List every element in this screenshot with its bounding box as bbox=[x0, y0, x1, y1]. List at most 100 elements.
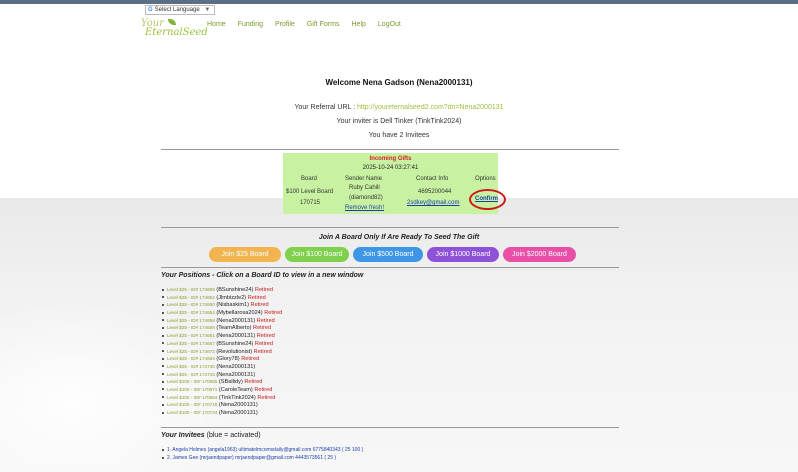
main-nav: Home Funding Profile Gift Forms Help Log… bbox=[207, 21, 401, 28]
bullet-icon bbox=[162, 396, 164, 399]
join-25-button[interactable]: Join $25 Board bbox=[209, 247, 281, 262]
bullet-icon bbox=[162, 373, 164, 376]
board-id-link[interactable]: Level $25 - ID# 174654 bbox=[167, 310, 215, 315]
invitees-note: (blue = activated) bbox=[206, 432, 261, 439]
bullet-icon bbox=[162, 388, 164, 391]
board-id-link[interactable]: Level $100 - ID# 170665 bbox=[167, 379, 217, 384]
remove-link[interactable]: Remove fresh! bbox=[345, 205, 384, 211]
bullet-icon bbox=[162, 403, 164, 406]
board-id-link[interactable]: Level $25 - ID# 174650 bbox=[167, 302, 215, 307]
board-id-link[interactable]: Level $100 - ID# 170671 bbox=[167, 387, 217, 392]
board-id-link[interactable]: Level $25 - ID# 174683 bbox=[167, 356, 215, 361]
position-user: (TinkTink2024) bbox=[218, 394, 256, 401]
top-bar bbox=[0, 0, 798, 4]
invitees-count: You have 2 Invitees bbox=[368, 132, 430, 139]
board-id-link[interactable]: Level $25 - ID# 174740 bbox=[167, 364, 215, 369]
list-item[interactable]: Level $100 - ID# 170684 (TinkTink2024) R… bbox=[162, 394, 282, 402]
list-item[interactable]: Level $25 - ID# 174661 (Nena2000131) Ret… bbox=[162, 332, 282, 340]
board-id-link[interactable]: Level $25 - ID# 174652 bbox=[167, 295, 215, 300]
position-status: Retired bbox=[264, 310, 283, 317]
board-id-link[interactable]: Level $25 - ID# 174673 bbox=[167, 349, 215, 354]
referral-label: Your Referral URL : bbox=[294, 104, 356, 111]
board-id-link[interactable]: Level $100 - ID# 170684 bbox=[167, 395, 217, 400]
bullet-icon bbox=[162, 448, 164, 451]
sender-name: Ruby Cahill bbox=[349, 185, 380, 191]
sender-email[interactable]: 2sdkey@gmail.com bbox=[407, 200, 459, 206]
list-item[interactable]: 1. Angela Holmes (angela1963) ultimatelm… bbox=[162, 446, 363, 454]
position-user: (Glory78) bbox=[216, 356, 240, 363]
bullet-icon bbox=[162, 357, 164, 360]
nav-funding[interactable]: Funding bbox=[238, 21, 263, 28]
list-item[interactable]: Level $100 - ID# 170734 (Nena2000131) bbox=[162, 409, 282, 417]
logo[interactable]: Your EternalSeed bbox=[141, 18, 208, 40]
bullet-icon bbox=[162, 456, 164, 459]
board-id-link[interactable]: Level $25 - ID# 174658 bbox=[167, 325, 215, 330]
referral-link[interactable]: http://youreternalseed2.com?dn=Nena20001… bbox=[357, 104, 504, 111]
list-item[interactable]: Level $25 - ID# 174673 (Revolutionist) R… bbox=[162, 348, 282, 356]
bullet-icon bbox=[162, 311, 164, 314]
position-user: (CaroleTeam) bbox=[218, 386, 253, 393]
board-id-link[interactable]: Level $25 - ID# 174696 bbox=[167, 287, 215, 292]
language-selector[interactable]: G Select Language ▼ bbox=[145, 5, 215, 15]
nav-profile[interactable]: Profile bbox=[275, 21, 295, 28]
nav-logout[interactable]: LogOut bbox=[378, 21, 401, 28]
welcome-heading: Welcome Nena Gadson (Nena2000131) bbox=[325, 78, 473, 87]
position-user: (Nisbaskim1) bbox=[216, 302, 249, 309]
join-1000-button[interactable]: Join $1000 Board bbox=[427, 247, 499, 262]
list-item[interactable]: Level $100 - ID# 170665 (SBallidy) Retir… bbox=[162, 378, 282, 386]
language-label: Select Language bbox=[154, 7, 200, 13]
list-item[interactable]: Level $25 - ID# 174658 (TeamAlberto) Ret… bbox=[162, 324, 282, 332]
bullet-icon bbox=[162, 411, 164, 414]
board-id-link[interactable]: Level $100 - ID# 170734 bbox=[167, 410, 217, 415]
join-2000-button[interactable]: Join $2000 Board bbox=[503, 247, 576, 262]
position-user: (BSunshine24) bbox=[216, 340, 254, 347]
board-id-link[interactable]: Level $25 - ID# 174667 bbox=[167, 341, 215, 346]
bullet-icon bbox=[162, 334, 164, 337]
list-item[interactable]: Level $25 - ID# 174667 (BSunshine24) Ret… bbox=[162, 340, 282, 348]
position-user: (Nena2000131) bbox=[216, 333, 256, 340]
nav-help[interactable]: Help bbox=[352, 21, 366, 28]
position-user: (BSunshine24) bbox=[216, 287, 254, 293]
board-id-link[interactable]: Level $25 - ID# 174658 bbox=[167, 318, 215, 323]
board-id: 170715 bbox=[300, 200, 321, 206]
list-item[interactable]: Level $25 - ID# 174652 (Jlmbizzle2) Reti… bbox=[162, 294, 282, 302]
positions-title: Your Positions - Click on a Board ID to … bbox=[161, 272, 364, 279]
list-item[interactable]: Level $25 - ID# 174740 (Nena2000131) bbox=[162, 363, 282, 371]
list-item[interactable]: Level $25 - ID# 174683 (Glory78) Retired bbox=[162, 355, 282, 363]
list-item[interactable]: 2. James Gee (mrjaendpaper) mrjaendpaper… bbox=[162, 454, 363, 462]
position-status: Retired bbox=[247, 294, 266, 301]
invitees-list: 1. Angela Holmes (angela1963) ultimatelm… bbox=[162, 446, 363, 462]
list-item[interactable]: Level $25 - ID# 174658 (Nena2000131) Ret… bbox=[162, 317, 282, 325]
position-user: (TeamAlberto) bbox=[216, 325, 252, 332]
join-500-button[interactable]: Join $500 Board bbox=[353, 247, 423, 262]
leaf-icon bbox=[168, 19, 176, 25]
nav-home[interactable]: Home bbox=[207, 21, 226, 28]
sender-username: (diamond82) bbox=[349, 195, 383, 201]
position-status: Retired bbox=[244, 379, 263, 386]
list-item[interactable]: Level $25 - ID# 174743 (Nena2000131) bbox=[162, 371, 282, 379]
col-board: Board bbox=[301, 176, 318, 182]
board-id-link[interactable]: Level $25 - ID# 174743 bbox=[167, 372, 215, 377]
board-name: $100 Level Board bbox=[286, 189, 334, 195]
divider bbox=[161, 267, 619, 268]
bullet-icon bbox=[162, 326, 164, 329]
join-100-button[interactable]: Join $100 Board bbox=[285, 247, 349, 262]
invitee-text: 1. Angela Holmes (angela1963) ultimatelm… bbox=[167, 447, 364, 453]
divider bbox=[161, 227, 619, 228]
position-status: Retired bbox=[254, 287, 273, 293]
list-item[interactable]: Level $25 - ID# 174696 (BSunshine24) Ret… bbox=[162, 286, 282, 294]
position-status: Retired bbox=[241, 356, 260, 363]
position-user: (Jlmbizzle2) bbox=[216, 294, 247, 301]
position-status: Retired bbox=[253, 325, 272, 332]
bullet-icon bbox=[162, 365, 164, 368]
confirm-button[interactable]: Confirm bbox=[475, 196, 498, 202]
board-id-link[interactable]: Level $25 - ID# 174661 bbox=[167, 333, 215, 338]
bullet-icon bbox=[162, 303, 164, 306]
list-item[interactable]: Level $25 - ID# 174650 (Nisbaskim1) Reti… bbox=[162, 301, 282, 309]
list-item[interactable]: Level $100 - ID# 170715 (Nena2000131) bbox=[162, 401, 282, 409]
board-id-link[interactable]: Level $100 - ID# 170715 bbox=[167, 402, 217, 407]
nav-gift-forms[interactable]: Gift Forms bbox=[307, 21, 340, 28]
position-user: (Nena2000131) bbox=[216, 363, 256, 370]
list-item[interactable]: Level $100 - ID# 170671 (CaroleTeam) Ret… bbox=[162, 386, 282, 394]
list-item[interactable]: Level $25 - ID# 174654 (Mybellarosa2024)… bbox=[162, 309, 282, 317]
